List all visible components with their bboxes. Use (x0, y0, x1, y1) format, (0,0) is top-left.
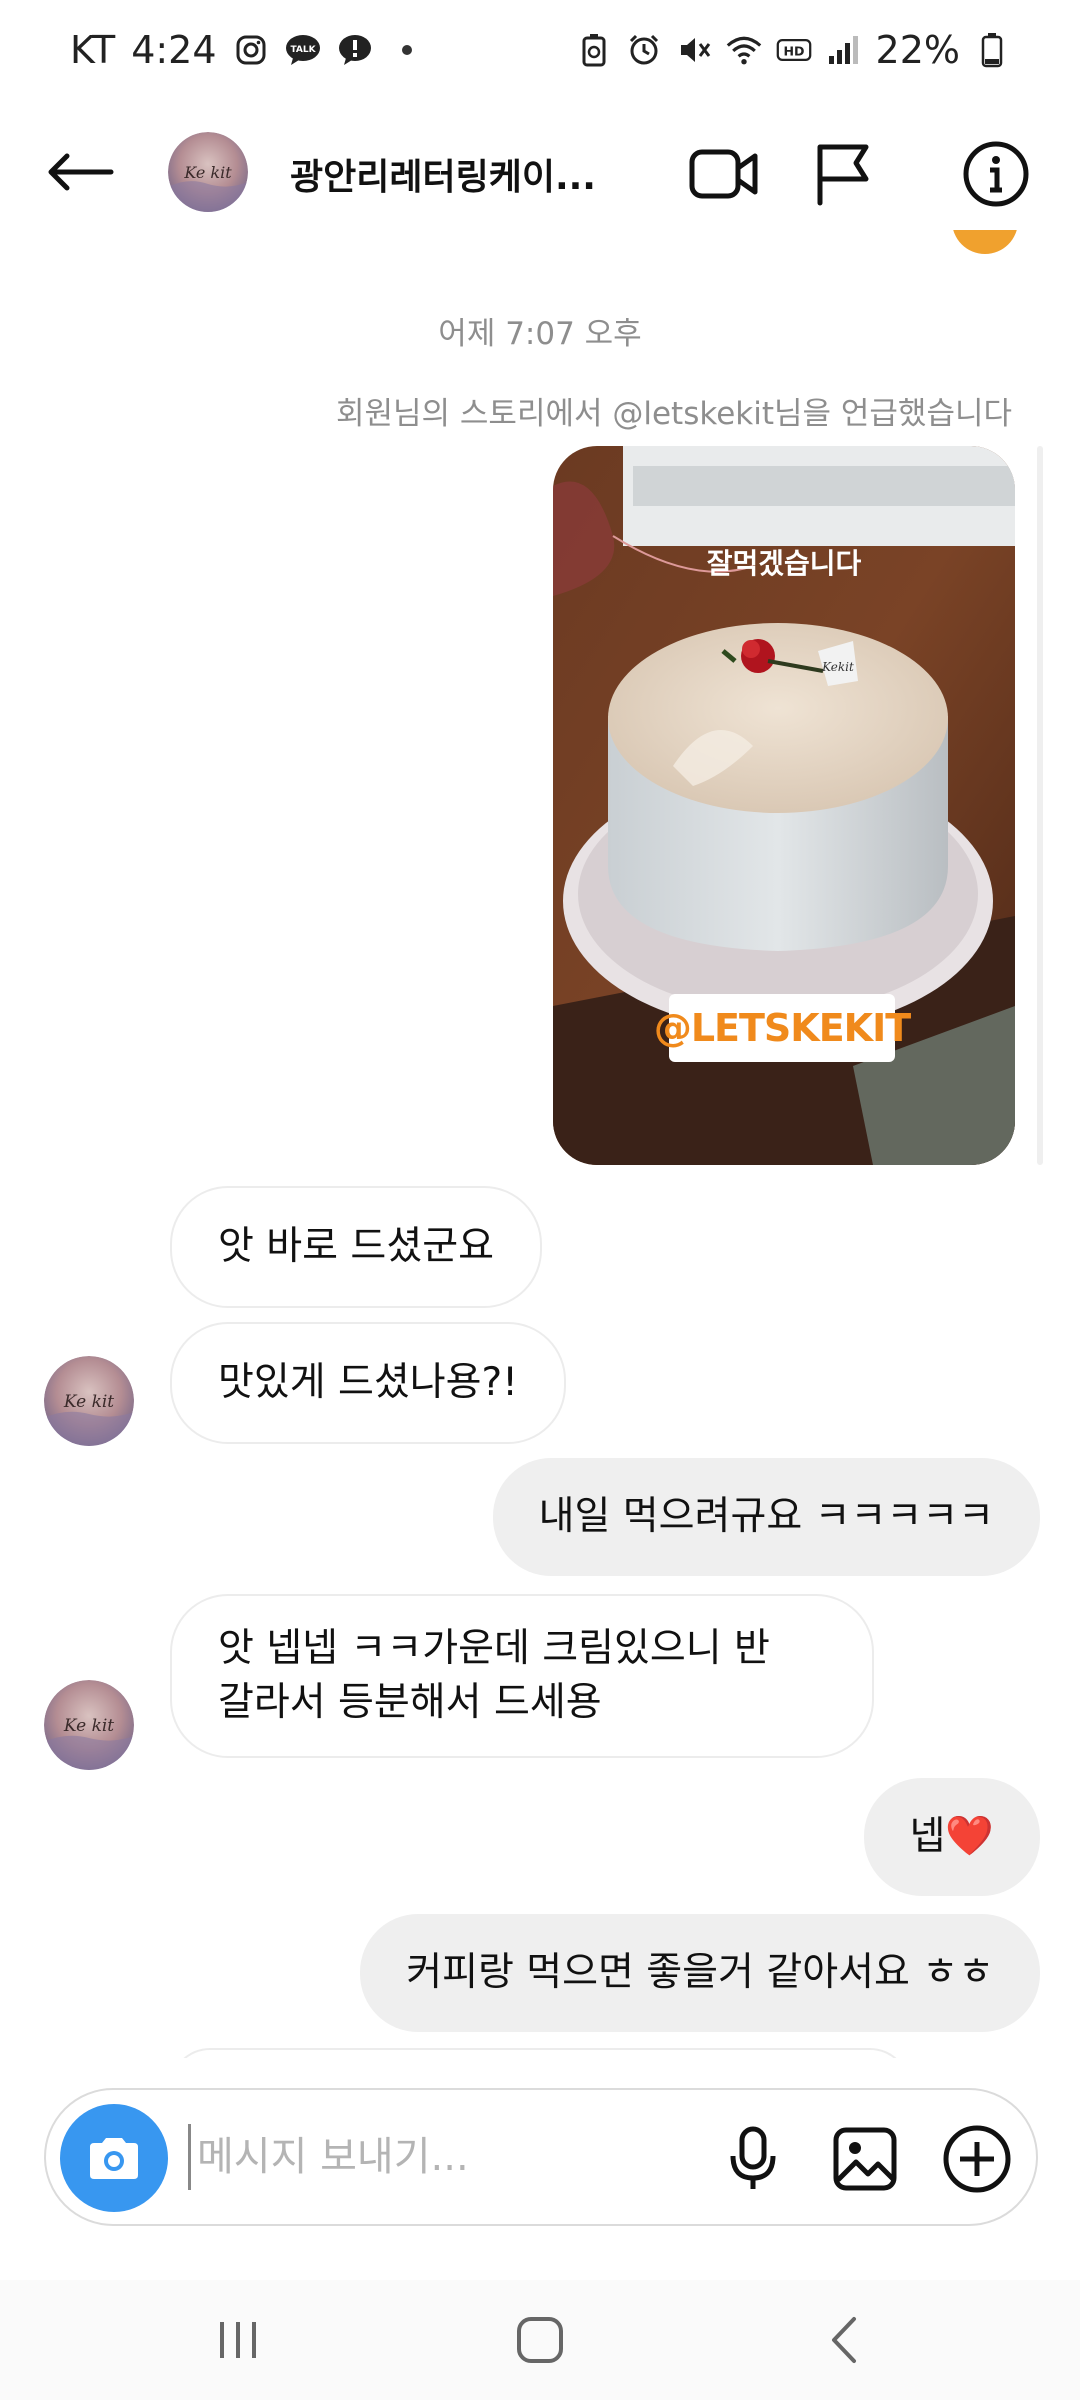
avatar[interactable]: Ke kit (44, 1356, 134, 1446)
incoming-message-bubble[interactable]: 앗 바로 드셨군요 (170, 1186, 542, 1308)
avatar[interactable]: Ke kit (168, 132, 248, 212)
plus-circle-icon (943, 2125, 1011, 2193)
status-left: KT 4:24 TALK (70, 28, 425, 72)
svg-text:HD: HD (783, 43, 804, 58)
status-bar: KT 4:24 TALK HD 22% (0, 0, 1080, 110)
outgoing-message-bubble[interactable]: 넵❤️ (863, 1778, 1040, 1896)
video-call-button[interactable] (686, 136, 762, 212)
video-camera-icon (689, 149, 758, 199)
previous-message-peek (952, 230, 1018, 254)
gallery-button[interactable] (828, 2122, 902, 2196)
back-nav-button[interactable] (804, 2308, 884, 2372)
battery-percent: 22% (875, 28, 960, 72)
incoming-message-bubble-partial (170, 2048, 910, 2058)
story-caption: 잘먹겠습니다 (706, 547, 862, 580)
recent-apps-icon (220, 2322, 256, 2358)
outgoing-message-bubble[interactable]: 내일 먹으려규요 ㅋㅋㅋㅋㅋ (492, 1458, 1040, 1576)
recent-apps-button[interactable] (198, 2308, 278, 2372)
image-icon (833, 2127, 897, 2191)
home-button[interactable] (500, 2308, 580, 2372)
camera-button[interactable] (60, 2104, 168, 2212)
message-timestamp: 어제 7:07 오후 (438, 316, 642, 352)
incoming-message-bubble[interactable]: 맛있게 드셨나용?! (170, 1322, 566, 1444)
avatar-logo-text: Ke kit (63, 1716, 114, 1736)
wifi-icon (726, 32, 762, 68)
more-options-button[interactable] (940, 2122, 1014, 2196)
story-mention-preview[interactable]: Kekit 잘먹겠습니다 @LETSKEKIT (553, 446, 1015, 1165)
battery-saver-icon (576, 32, 612, 68)
story-note-text: Kekit (821, 660, 854, 674)
camera-icon (90, 2138, 138, 2179)
mute-icon (676, 32, 712, 68)
clock: 4:24 (131, 28, 217, 72)
report-button[interactable] (804, 136, 880, 212)
chat-header: Ke kit 광안리레터링케이... (0, 110, 1080, 230)
message-line-1: 앗 넵넵 ㅋㅋ가운데 크림있으니 반 (218, 1626, 770, 1671)
carrier-label: KT (70, 28, 116, 72)
battery-icon (974, 32, 1010, 68)
message-line-2: 갈라서 등분해서 드세용 (218, 1680, 602, 1725)
chat-title[interactable]: 광안리레터링케이... (290, 148, 620, 200)
story-mention-note: 회원님의 스토리에서 @letskekit님을 언급했습니다 (335, 396, 1012, 432)
avatar-logo-text: Ke kit (183, 163, 232, 182)
incoming-message-bubble[interactable]: 앗 넵넵 ㅋㅋ가운데 크림있으니 반 갈라서 등분해서 드세용 (170, 1594, 874, 1758)
info-icon (963, 141, 1029, 207)
message-composer: 메시지 보내기... (44, 2088, 1038, 2226)
signal-icon (826, 32, 862, 68)
message-input[interactable]: 메시지 보내기... (188, 2124, 708, 2190)
info-button[interactable] (958, 136, 1034, 212)
avatar[interactable]: Ke kit (44, 1680, 134, 1770)
notice-icon (337, 32, 373, 68)
message-list[interactable]: 어제 7:07 오후 회원님의 스토리에서 @letskekit님을 언급했습니… (0, 230, 1080, 2058)
story-mention-tag: @LETSKEKIT (654, 994, 911, 1062)
microphone-icon (730, 2126, 776, 2189)
back-button[interactable] (40, 132, 120, 212)
system-navigation-bar (0, 2280, 1080, 2400)
arrow-left-icon (48, 153, 114, 191)
kakaotalk-icon: TALK (285, 32, 321, 68)
outgoing-message-bubble[interactable]: 커피랑 먹으면 좋을거 같아서요 ㅎㅎ (360, 1914, 1040, 2032)
chevron-left-icon (832, 2317, 856, 2363)
instagram-icon (233, 32, 269, 68)
flag-icon (817, 144, 869, 206)
dot-icon (389, 32, 425, 68)
alarm-icon (626, 32, 662, 68)
voice-message-button[interactable] (716, 2122, 790, 2196)
hd-icon: HD (776, 32, 812, 68)
svg-text:TALK: TALK (290, 45, 316, 55)
home-icon (517, 2317, 563, 2363)
status-right: HD 22% (576, 28, 1010, 72)
story-progress-bar (1037, 446, 1043, 1165)
avatar-logo-text: Ke kit (63, 1392, 114, 1412)
